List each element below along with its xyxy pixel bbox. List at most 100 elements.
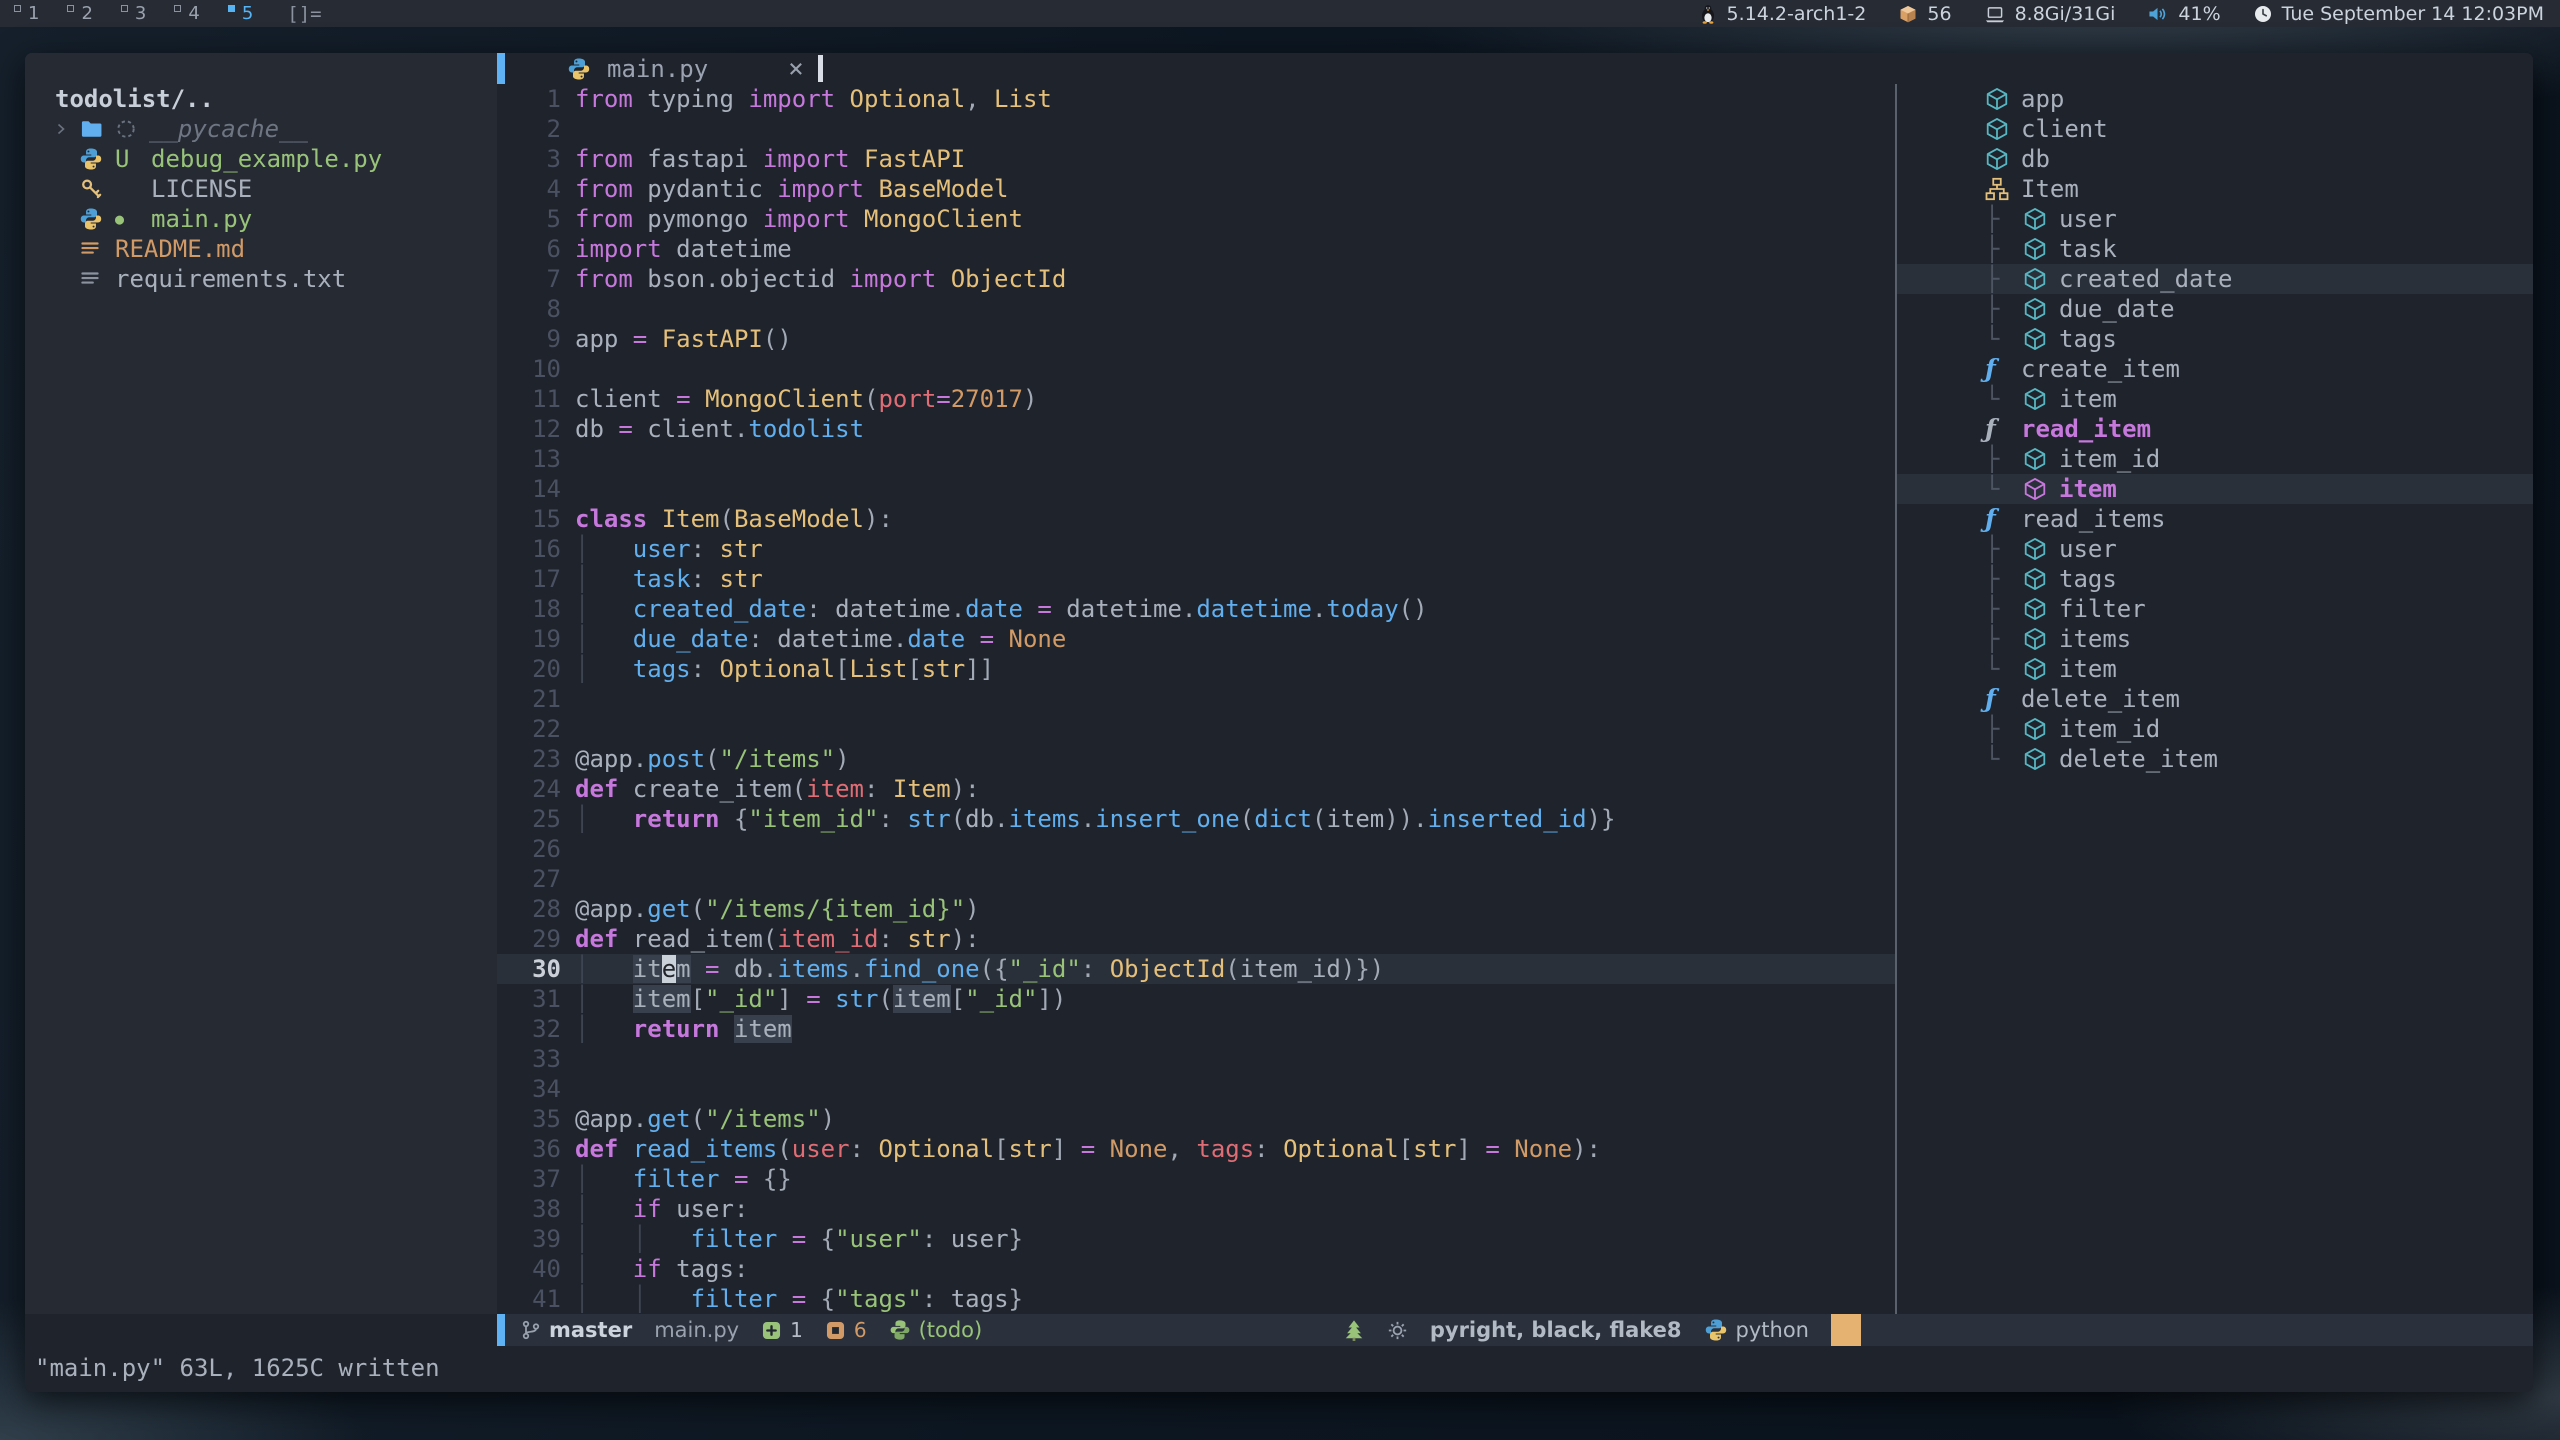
code-line-4[interactable]: 4from pydantic import BaseModel [497,174,1895,204]
tree-item-license[interactable]: LICENSE [25,174,497,204]
tree-item-main-py[interactable]: ●main.py [25,204,497,234]
code-line-37[interactable]: 37│ filter = {} [497,1164,1895,1194]
tag-tags[interactable]: └tags [1897,324,2533,354]
tag-app[interactable]: app [1897,84,2533,114]
tag-client[interactable]: client [1897,114,2533,144]
tag-delete_item[interactable]: └delete_item [1897,744,2533,774]
code-line-18[interactable]: 18│ created_date: datetime.date = dateti… [497,594,1895,624]
code-line-29[interactable]: 29def read_item(item_id: str): [497,924,1895,954]
code-line-25[interactable]: 25│ return {"item_id": str(db.items.inse… [497,804,1895,834]
code-text: @app.post("/items") [575,744,850,774]
tag-created_date[interactable]: ├created_date [1897,264,2533,294]
cube-icon [2023,297,2059,321]
code-line-21[interactable]: 21 [497,684,1895,714]
code-line-23[interactable]: 23@app.post("/items") [497,744,1895,774]
code-line-19[interactable]: 19│ due_date: datetime.date = None [497,624,1895,654]
code-line-1[interactable]: 1from typing import Optional, List [497,84,1895,114]
code-line-15[interactable]: 15class Item(BaseModel): [497,504,1895,534]
workspace-5[interactable]: 5 [214,0,267,27]
code-line-16[interactable]: 16│ user: str [497,534,1895,564]
code-line-8[interactable]: 8 [497,294,1895,324]
code-line-31[interactable]: 31│ item["_id"] = str(item["_id"]) [497,984,1895,1014]
editor-code-area[interactable]: 1from typing import Optional, List23from… [497,84,1895,1314]
workspace-2[interactable]: 2 [53,0,106,27]
linters-list: pyright, black, flake8 [1430,1318,1682,1342]
command-line-message: "main.py" 63L, 1625C written [25,1346,2533,1392]
code-line-26[interactable]: 26 [497,834,1895,864]
code-line-28[interactable]: 28@app.get("/items/{item_id}") [497,894,1895,924]
code-line-11[interactable]: 11client = MongoClient(port=27017) [497,384,1895,414]
code-line-33[interactable]: 33 [497,1044,1895,1074]
workspace-4[interactable]: 4 [160,0,213,27]
tag-item[interactable]: └item [1897,384,2533,414]
code-line-7[interactable]: 7from bson.objectid import ObjectId [497,264,1895,294]
tag-Item[interactable]: Item [1897,174,2533,204]
tree-item-requirements-txt[interactable]: requirements.txt [25,264,497,294]
tag-filter[interactable]: ├filter [1897,594,2533,624]
tag-user[interactable]: ├user [1897,204,2533,234]
tag-item_id[interactable]: ├item_id [1897,444,2533,474]
tree-item-debug-example-py[interactable]: Udebug_example.py [25,144,497,174]
code-text: │ if tags: [575,1254,748,1284]
line-number: 4 [497,174,561,204]
tag-task[interactable]: ├task [1897,234,2533,264]
code-line-34[interactable]: 34 [497,1074,1895,1104]
line-number: 21 [497,684,561,714]
code-line-9[interactable]: 9app = FastAPI() [497,324,1895,354]
workspace-1[interactable]: 1 [0,0,53,27]
code-line-5[interactable]: 5from pymongo import MongoClient [497,204,1895,234]
code-text: │ tags: Optional[List[str]] [575,654,994,684]
workspace-3[interactable]: 3 [107,0,160,27]
code-line-40[interactable]: 40│ if tags: [497,1254,1895,1284]
tag-delete_item[interactable]: ƒdelete_item [1897,684,2533,714]
tag-db[interactable]: db [1897,144,2533,174]
code-line-3[interactable]: 3from fastapi import FastAPI [497,144,1895,174]
code-line-13[interactable]: 13 [497,444,1895,474]
code-line-17[interactable]: 17│ task: str [497,564,1895,594]
tag-label: due_date [2059,294,2175,324]
code-line-36[interactable]: 36def read_items(user: Optional[str] = N… [497,1134,1895,1164]
tagbar-panel[interactable]: appclientdbItem├user├task├created_date├d… [1897,84,2533,1314]
code-line-32[interactable]: 32│ return item [497,1014,1895,1044]
tag-read_item[interactable]: ƒread_item [1897,414,2533,444]
code-line-20[interactable]: 20│ tags: Optional[List[str]] [497,654,1895,684]
tux-icon [1698,4,1718,24]
function-icon: ƒ [1985,684,2021,714]
code-line-2[interactable]: 2 [497,114,1895,144]
code-line-38[interactable]: 38│ if user: [497,1194,1895,1224]
tag-item[interactable]: └item [1897,474,2533,504]
line-number: 7 [497,264,561,294]
tree-item--pycache-[interactable]: __pycache__ [25,114,497,144]
package-icon [1898,4,1918,24]
code-line-27[interactable]: 27 [497,864,1895,894]
code-line-39[interactable]: 39│ │ filter = {"user": user} [497,1224,1895,1254]
code-line-41[interactable]: 41│ │ filter = {"tags": tags} [497,1284,1895,1314]
tree-item-readme-md[interactable]: README.md [25,234,497,264]
tag-create_item[interactable]: ƒcreate_item [1897,354,2533,384]
code-line-12[interactable]: 12db = client.todolist [497,414,1895,444]
tag-label: create_item [2021,354,2180,384]
tag-read_items[interactable]: ƒread_items [1897,504,2533,534]
tag-user[interactable]: ├user [1897,534,2533,564]
volume-level[interactable]: 41% [2147,3,2220,25]
code-line-10[interactable]: 10 [497,354,1895,384]
code-line-14[interactable]: 14 [497,474,1895,504]
chevron-right-icon[interactable] [53,121,79,137]
tag-items[interactable]: ├items [1897,624,2533,654]
code-line-22[interactable]: 22 [497,714,1895,744]
code-line-6[interactable]: 6import datetime [497,234,1895,264]
tag-label: tags [2059,324,2117,354]
tag-item_id[interactable]: ├item_id [1897,714,2533,744]
code-line-35[interactable]: 35@app.get("/items") [497,1104,1895,1134]
tag-tags[interactable]: ├tags [1897,564,2533,594]
tab-main-py[interactable]: main.py × [505,54,804,84]
close-icon[interactable]: × [788,54,804,84]
tag-item[interactable]: └item [1897,654,2533,684]
code-line-30[interactable]: 30│ item = db.items.find_one({"_id": Obj… [497,954,1895,984]
tag-label: filter [2059,594,2146,624]
file-tree-panel[interactable]: todolist/.. __pycache__Udebug_example.py… [25,53,497,1314]
tag-due_date[interactable]: ├due_date [1897,294,2533,324]
code-line-24[interactable]: 24def create_item(item: Item): [497,774,1895,804]
package-count: 56 [1898,3,1951,25]
statusline-position-block [1831,1314,1861,1346]
